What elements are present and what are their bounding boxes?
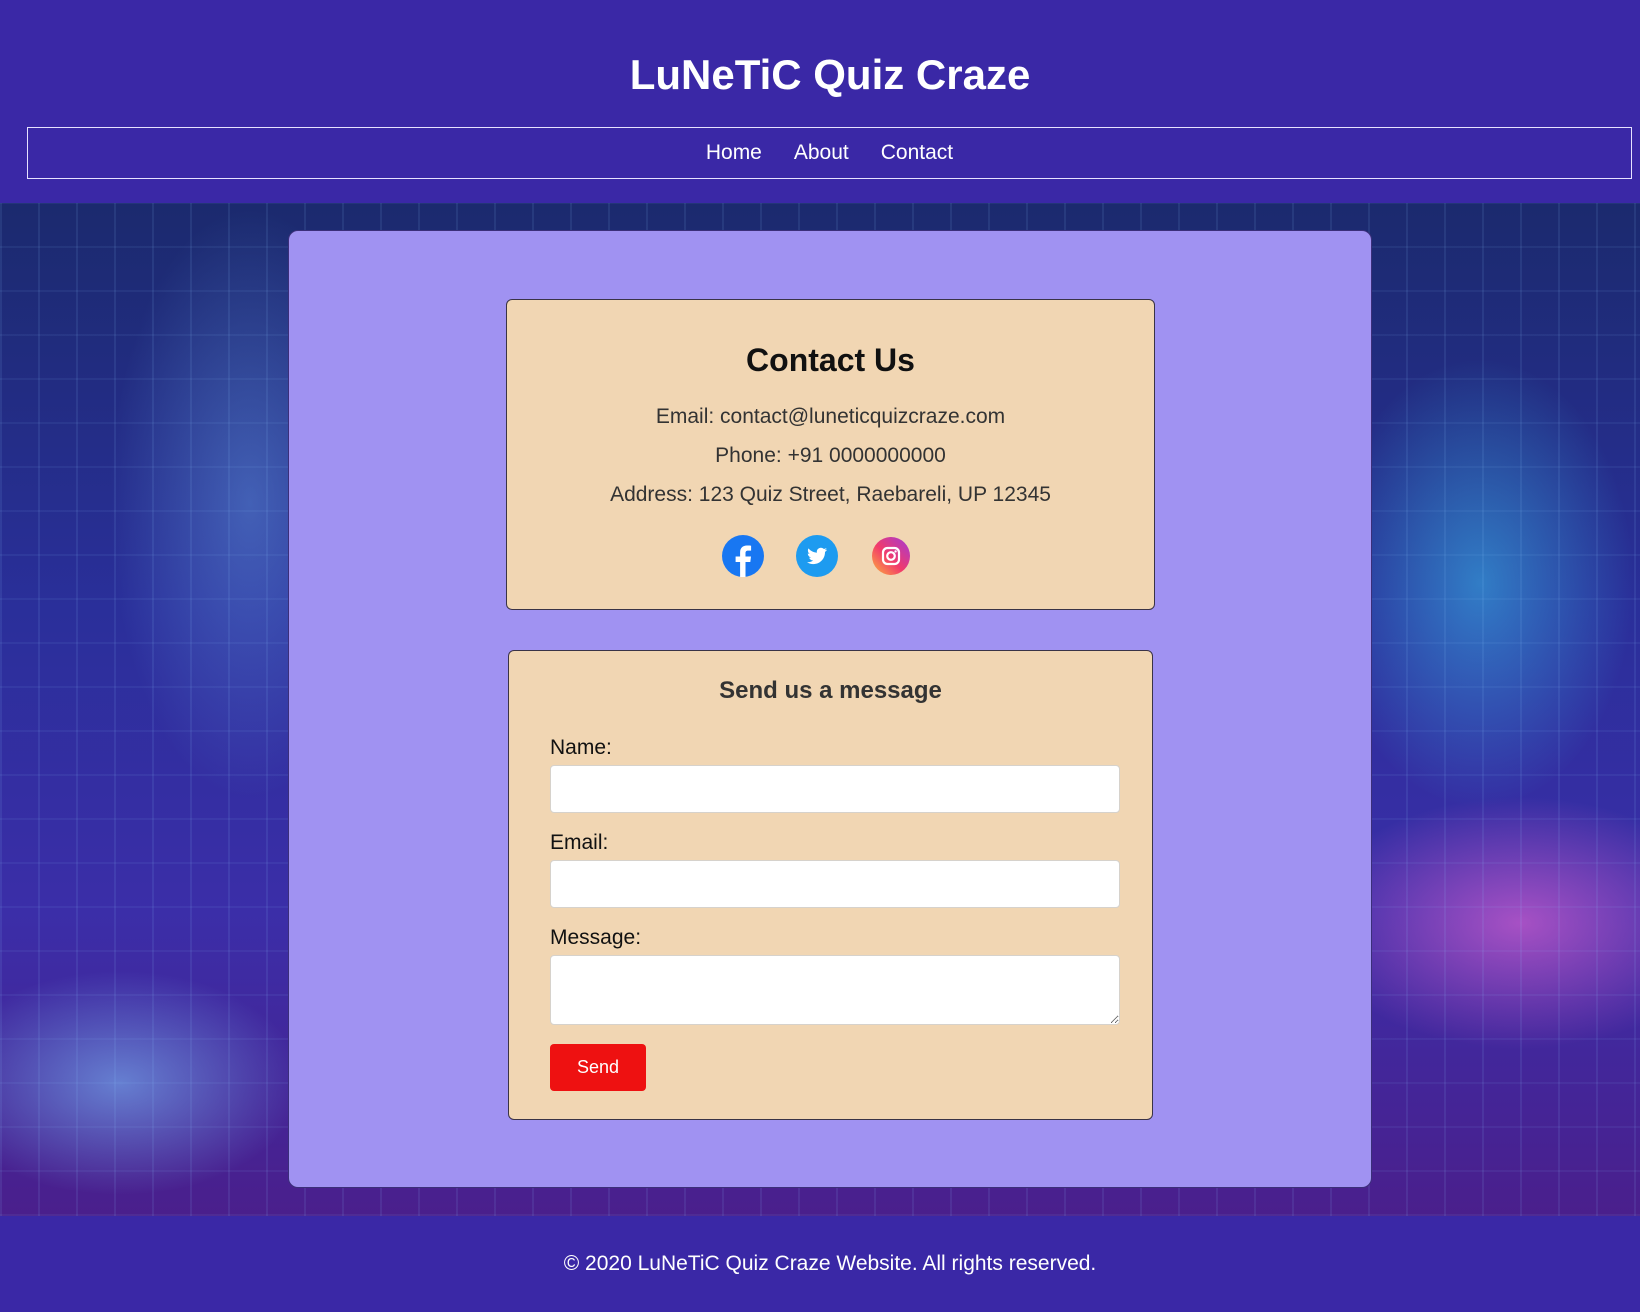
message-textarea[interactable] [550, 955, 1120, 1025]
contact-address: Address: 123 Quiz Street, Raebareli, UP … [610, 483, 1051, 506]
send-button[interactable]: Send [550, 1044, 646, 1091]
footer-copyright: © 2020 LuNeTiC Quiz Craze Website. All r… [563, 1252, 1097, 1275]
nav-home-link[interactable]: Home [706, 128, 762, 178]
nav-contact-link[interactable]: Contact [881, 128, 953, 178]
instagram-icon[interactable] [870, 535, 912, 577]
name-input[interactable] [550, 765, 1120, 813]
site-header: LuNeTiC Quiz Craze Home About Contact [0, 0, 1640, 203]
contact-phone: Phone: +91 0000000000 [715, 444, 946, 467]
message-form-heading: Send us a message [719, 677, 942, 704]
message-label: Message: [550, 926, 642, 949]
nav-about-link[interactable]: About [794, 128, 849, 178]
nav-links: Home About Contact [28, 128, 1631, 178]
facebook-icon[interactable] [722, 535, 764, 577]
email-input[interactable] [550, 860, 1120, 908]
email-label: Email: [550, 831, 609, 854]
message-form-card: Send us a message Name: Email: Message: … [508, 650, 1153, 1120]
name-label: Name: [550, 736, 612, 759]
contact-email: Email: contact@luneticquizcraze.com [655, 405, 1006, 428]
site-title: LuNeTiC Quiz Craze [629, 51, 1031, 98]
main-navbar: Home About Contact [27, 127, 1632, 179]
contact-heading: Contact Us [746, 342, 915, 378]
twitter-icon[interactable] [796, 535, 838, 577]
site-footer: © 2020 LuNeTiC Quiz Craze Website. All r… [0, 1216, 1640, 1312]
